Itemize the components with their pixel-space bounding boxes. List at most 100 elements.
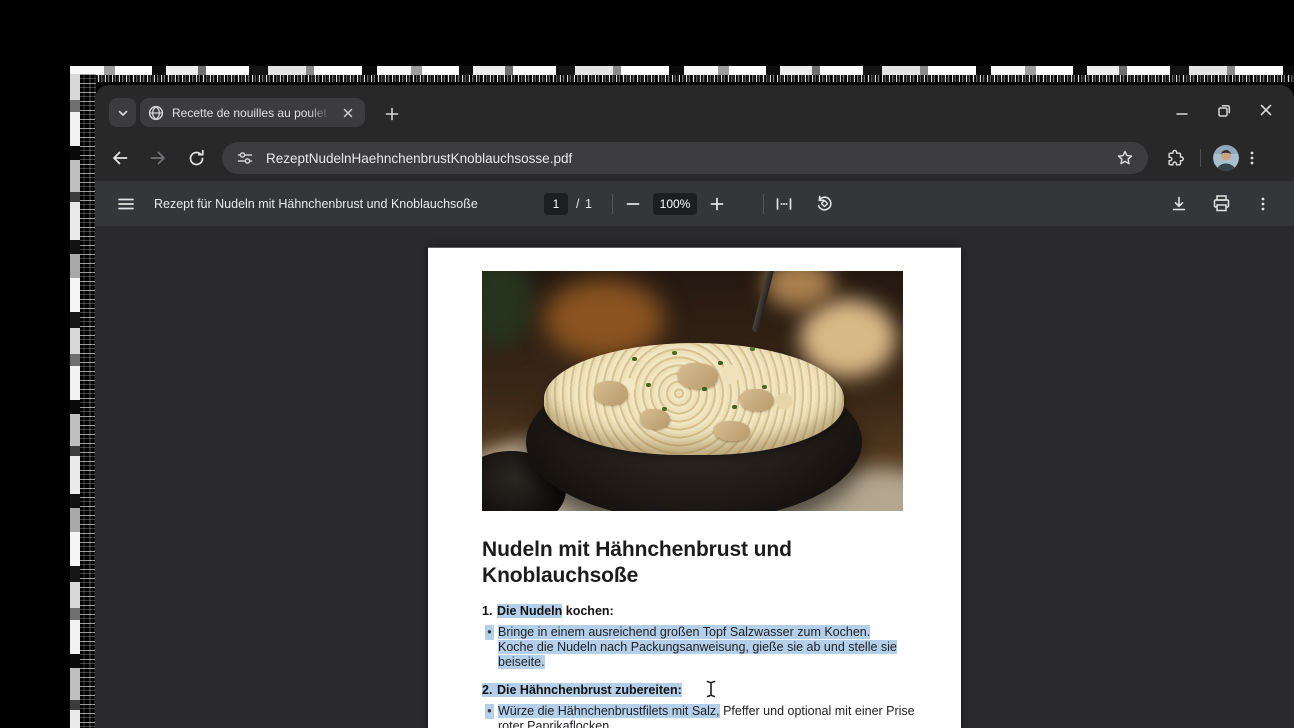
close-button[interactable] (1252, 96, 1280, 124)
fit-width-icon (775, 195, 793, 213)
step-2-bullets: • Würze die Hähnchenbrustfilets mit Salz,… (482, 704, 915, 728)
photo-parsley-garnish (632, 357, 637, 361)
bullet-line: • Bringe in einem ausreichend großen Topf… (482, 625, 912, 640)
recipe-title-line1: Nudeln mit Hähnchenbrust und (482, 538, 792, 561)
tab-close-icon[interactable] (339, 104, 357, 122)
step-1-title-selected: Die Nudeln (497, 604, 563, 618)
url-text[interactable]: RezeptNudelnHaehnchenbrustKnoblauchsosse… (266, 151, 1112, 166)
avatar-image (1213, 145, 1239, 171)
bullet-line: Koche die Nudeln nach Packungsanweisung,… (482, 640, 912, 655)
bullet-line: • Würze die Hähnchenbrustfilets mit Salz,… (482, 704, 915, 719)
star-icon (1116, 149, 1134, 167)
torn-edge-top-noise (70, 75, 1294, 82)
toolbar-right (1162, 145, 1265, 171)
photo-chicken-piece (740, 389, 774, 411)
text-cursor-ibeam (704, 680, 718, 698)
zoom-out-button[interactable] (618, 189, 648, 219)
torn-edge-left (70, 74, 96, 728)
back-arrow-icon (110, 148, 130, 168)
zoom-controls: 100% (612, 189, 737, 219)
page-total-label: / 1 (576, 196, 593, 211)
zoom-level-display[interactable]: 100% (653, 192, 697, 215)
recipe-steps: 1. Die Nudeln kochen: • Bringe in einem au… (482, 604, 915, 728)
step-1-number: 1. (482, 604, 493, 618)
print-button[interactable] (1206, 189, 1236, 219)
bullet-marker: • (485, 625, 494, 640)
pdf-viewport[interactable]: Nudeln mit Hähnchenbrust und Knoblauchso… (95, 226, 1294, 728)
print-icon (1212, 194, 1231, 213)
step-1-title-rest: kochen: (562, 604, 614, 618)
plus-icon (709, 196, 725, 212)
step-2-title: 2. Die Hähnchenbrust zubereiten: (482, 683, 912, 698)
torn-edge-top (70, 66, 1294, 82)
tab-title-fade (309, 98, 335, 127)
chevron-down-icon (117, 107, 129, 119)
back-button[interactable] (104, 142, 136, 174)
photo-chicken-piece (714, 421, 750, 441)
pdf-document-title: Rezept für Nudeln mit Hähnchenbrust und … (154, 196, 478, 211)
reload-icon (187, 149, 206, 168)
bullet-text-selected: Bringe in einem ausreichend großen Topf … (498, 625, 871, 639)
pdf-menu-button[interactable] (110, 188, 142, 220)
recipe-photo (482, 271, 903, 511)
kebab-menu-icon (1244, 150, 1260, 166)
browser-menu-button[interactable] (1239, 145, 1265, 171)
tab-search-button[interactable] (109, 98, 136, 127)
extensions-button[interactable] (1162, 145, 1188, 171)
torn-edge-left-blocks (70, 74, 80, 728)
hamburger-icon (117, 195, 135, 213)
kebab-menu-icon (1255, 196, 1271, 212)
photo-vegetable-blur (482, 271, 534, 347)
bullet-line: roter Paprikaflocken. (482, 719, 912, 728)
step-2-number: 2. (482, 683, 493, 697)
photo-chicken-piece (640, 409, 670, 429)
forward-arrow-icon (148, 148, 168, 168)
recipe-title-line2: Knoblauchsoße (482, 564, 639, 587)
rotate-counterclockwise-button[interactable] (809, 189, 839, 219)
step-2-title-selected: Die Hähnchenbrust zubereiten: (497, 683, 682, 697)
page-number-input[interactable]: 1 (544, 192, 568, 215)
puzzle-icon (1166, 149, 1185, 168)
restore-icon (1217, 103, 1232, 118)
photo-pasta (544, 343, 844, 455)
minimize-button[interactable] (1168, 96, 1196, 124)
bullet-text-rest: Pfeffer und optional mit einer Prise (719, 704, 915, 718)
minimize-icon (1175, 103, 1189, 117)
reload-button[interactable] (180, 142, 212, 174)
toolbar-separator (612, 193, 613, 214)
download-icon (1170, 195, 1188, 213)
pdf-more-options-button[interactable] (1248, 189, 1278, 219)
pdf-toolbar-right (1164, 189, 1278, 219)
fit-rotate-controls (763, 189, 844, 219)
rotate-ccw-icon (815, 194, 834, 213)
torn-edge-top-blocks (70, 66, 1294, 75)
photo-chicken-piece (678, 363, 718, 389)
fit-to-width-button[interactable] (769, 189, 799, 219)
browser-toolbar: RezeptNudelnHaehnchenbrustKnoblauchsosse… (95, 135, 1294, 181)
bullet-marker: • (485, 704, 494, 719)
bullet-line: beiseite. (482, 655, 912, 670)
bullet-text-selected: Koche die Nudeln nach Packungsanweisung,… (498, 640, 897, 654)
restore-button[interactable] (1210, 96, 1238, 124)
bookmark-star-button[interactable] (1112, 145, 1138, 171)
zoom-in-button[interactable] (702, 189, 732, 219)
plus-icon (385, 107, 399, 121)
new-tab-button[interactable] (380, 102, 404, 126)
bullet-text: roter Paprikaflocken. (498, 719, 613, 728)
site-settings-icon[interactable] (236, 149, 254, 167)
forward-button[interactable] (142, 142, 174, 174)
step-1-title: 1. Die Nudeln kochen: (482, 604, 912, 619)
torn-edge-left-noise (80, 74, 96, 728)
pdf-toolbar: Rezept für Nudeln mit Hähnchenbrust und … (95, 181, 1294, 226)
browser-window: Recette de nouilles au poulet RezeptNude… (95, 85, 1294, 728)
pdf-page: Nudeln mit Hähnchenbrust und Knoblauchso… (428, 247, 961, 728)
globe-favicon-icon (148, 105, 164, 121)
close-icon (1259, 103, 1273, 117)
window-controls (1168, 96, 1280, 124)
profile-avatar[interactable] (1213, 145, 1239, 171)
minus-icon (625, 196, 641, 212)
address-bar[interactable]: RezeptNudelnHaehnchenbrustKnoblauchsosse… (222, 142, 1148, 174)
download-button[interactable] (1164, 189, 1194, 219)
bullet-text-selected: beiseite. (498, 655, 545, 669)
active-tab[interactable]: Recette de nouilles au poulet (140, 98, 365, 127)
